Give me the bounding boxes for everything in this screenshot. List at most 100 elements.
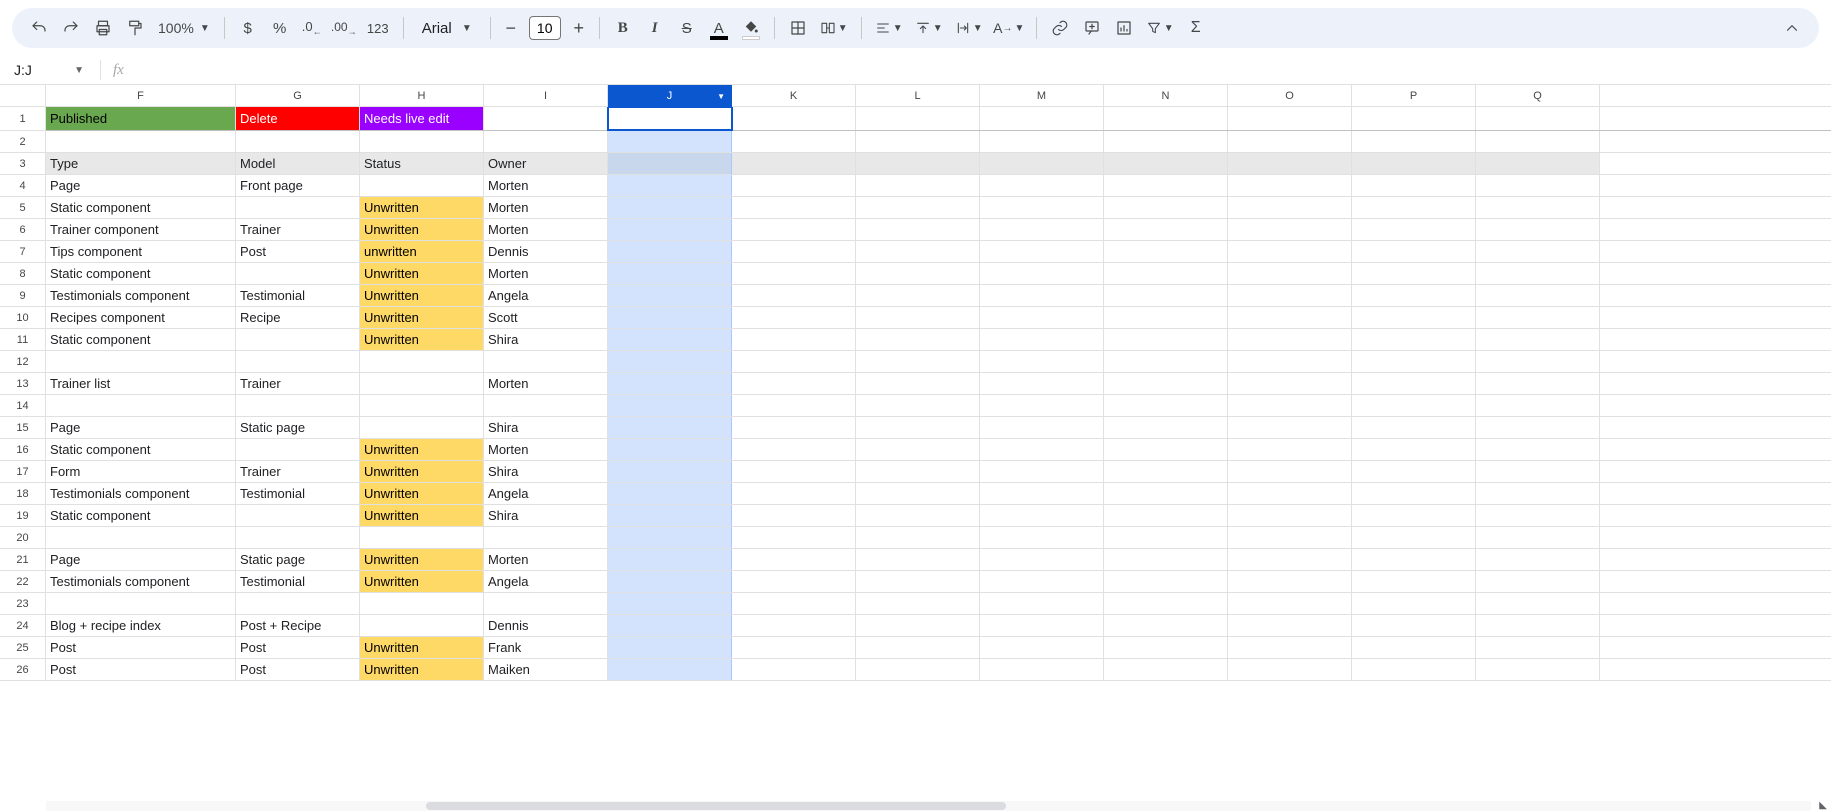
cell-P10[interactable] <box>1352 307 1476 328</box>
cell-O19[interactable] <box>1228 505 1352 526</box>
decrease-font-size-button[interactable]: − <box>499 13 523 43</box>
cell-O5[interactable] <box>1228 197 1352 218</box>
cell-Q4[interactable] <box>1476 175 1600 196</box>
cell-I13[interactable]: Morten <box>484 373 608 394</box>
row-header-15[interactable]: 15 <box>0 417 45 439</box>
cell-N13[interactable] <box>1104 373 1228 394</box>
cell-N24[interactable] <box>1104 615 1228 636</box>
row-header-24[interactable]: 24 <box>0 615 45 637</box>
cell-P20[interactable] <box>1352 527 1476 548</box>
cell-Q17[interactable] <box>1476 461 1600 482</box>
cell-G7[interactable]: Post <box>236 241 360 262</box>
merge-cells-button[interactable]: ▼ <box>815 13 853 43</box>
cell-O10[interactable] <box>1228 307 1352 328</box>
cell-L19[interactable] <box>856 505 980 526</box>
cell-Q20[interactable] <box>1476 527 1600 548</box>
cell-P24[interactable] <box>1352 615 1476 636</box>
cell-M11[interactable] <box>980 329 1104 350</box>
cell-J11[interactable] <box>608 329 732 350</box>
cell-G9[interactable]: Testimonial <box>236 285 360 306</box>
explore-corner-icon[interactable]: ◣ <box>1819 800 1827 811</box>
cell-I21[interactable]: Morten <box>484 549 608 570</box>
cell-G11[interactable] <box>236 329 360 350</box>
cell-O12[interactable] <box>1228 351 1352 372</box>
cell-H26[interactable]: Unwritten <box>360 659 484 680</box>
column-header-L[interactable]: L <box>856 85 980 107</box>
cell-Q21[interactable] <box>1476 549 1600 570</box>
cell-K16[interactable] <box>732 439 856 460</box>
cell-J24[interactable] <box>608 615 732 636</box>
cell-L24[interactable] <box>856 615 980 636</box>
cell-H25[interactable]: Unwritten <box>360 637 484 658</box>
cell-P19[interactable] <box>1352 505 1476 526</box>
cell-F1[interactable]: Published <box>46 107 236 130</box>
undo-button[interactable] <box>24 13 54 43</box>
cell-O15[interactable] <box>1228 417 1352 438</box>
cell-K2[interactable] <box>732 131 856 152</box>
row-header-14[interactable]: 14 <box>0 395 45 417</box>
cell-H18[interactable]: Unwritten <box>360 483 484 504</box>
cell-J15[interactable] <box>608 417 732 438</box>
cell-L13[interactable] <box>856 373 980 394</box>
cell-I9[interactable]: Angela <box>484 285 608 306</box>
cell-P15[interactable] <box>1352 417 1476 438</box>
cell-P12[interactable] <box>1352 351 1476 372</box>
cell-P18[interactable] <box>1352 483 1476 504</box>
insert-chart-button[interactable] <box>1109 13 1139 43</box>
cell-G22[interactable]: Testimonial <box>236 571 360 592</box>
cell-P5[interactable] <box>1352 197 1476 218</box>
row-header-25[interactable]: 25 <box>0 637 45 659</box>
insert-link-button[interactable] <box>1045 13 1075 43</box>
cell-L15[interactable] <box>856 417 980 438</box>
cell-J7[interactable] <box>608 241 732 262</box>
cell-M12[interactable] <box>980 351 1104 372</box>
cell-L17[interactable] <box>856 461 980 482</box>
cell-F8[interactable]: Static component <box>46 263 236 284</box>
row-header-5[interactable]: 5 <box>0 197 45 219</box>
cell-H2[interactable] <box>360 131 484 152</box>
cell-P17[interactable] <box>1352 461 1476 482</box>
cell-O3[interactable] <box>1228 153 1352 174</box>
cell-K15[interactable] <box>732 417 856 438</box>
insert-comment-button[interactable] <box>1077 13 1107 43</box>
cell-G2[interactable] <box>236 131 360 152</box>
cell-I22[interactable]: Angela <box>484 571 608 592</box>
horizontal-scrollbar[interactable] <box>46 801 1811 811</box>
column-menu-icon[interactable]: ▼ <box>717 92 725 101</box>
cell-P16[interactable] <box>1352 439 1476 460</box>
cell-J20[interactable] <box>608 527 732 548</box>
cell-J14[interactable] <box>608 395 732 416</box>
cell-F7[interactable]: Tips component <box>46 241 236 262</box>
cell-J18[interactable] <box>608 483 732 504</box>
cell-Q5[interactable] <box>1476 197 1600 218</box>
cell-L2[interactable] <box>856 131 980 152</box>
font-size-input[interactable] <box>529 16 561 40</box>
cell-G15[interactable]: Static page <box>236 417 360 438</box>
cell-M26[interactable] <box>980 659 1104 680</box>
cell-G12[interactable] <box>236 351 360 372</box>
cell-H1[interactable]: Needs live edit <box>360 107 484 130</box>
cell-M9[interactable] <box>980 285 1104 306</box>
cell-O14[interactable] <box>1228 395 1352 416</box>
cell-L3[interactable] <box>856 153 980 174</box>
cell-G23[interactable] <box>236 593 360 614</box>
cell-J21[interactable] <box>608 549 732 570</box>
cell-M6[interactable] <box>980 219 1104 240</box>
cell-L21[interactable] <box>856 549 980 570</box>
print-button[interactable] <box>88 13 118 43</box>
cell-G4[interactable]: Front page <box>236 175 360 196</box>
cell-Q12[interactable] <box>1476 351 1600 372</box>
cell-F20[interactable] <box>46 527 236 548</box>
row-header-12[interactable]: 12 <box>0 351 45 373</box>
row-header-23[interactable]: 23 <box>0 593 45 615</box>
cell-H8[interactable]: Unwritten <box>360 263 484 284</box>
cell-J10[interactable] <box>608 307 732 328</box>
select-all-corner[interactable] <box>0 85 46 107</box>
row-header-8[interactable]: 8 <box>0 263 45 285</box>
cell-F25[interactable]: Post <box>46 637 236 658</box>
cell-J22[interactable] <box>608 571 732 592</box>
cell-I15[interactable]: Shira <box>484 417 608 438</box>
cell-H16[interactable]: Unwritten <box>360 439 484 460</box>
cell-I26[interactable]: Maiken <box>484 659 608 680</box>
cell-O26[interactable] <box>1228 659 1352 680</box>
